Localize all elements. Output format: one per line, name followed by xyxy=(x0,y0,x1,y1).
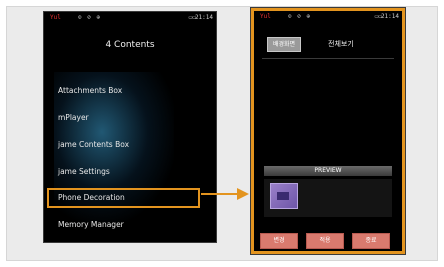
menu-item-memory-manager[interactable]: Memory Manager xyxy=(58,220,124,229)
connector-line xyxy=(201,193,241,195)
preview-bar: PREVIEW xyxy=(264,166,392,176)
menu-item-mplayer[interactable]: mPlayer xyxy=(58,113,89,122)
menu-item-jame-settings[interactable]: jame Settings xyxy=(58,167,110,176)
divider xyxy=(262,58,394,59)
status-time: 21:14 xyxy=(380,13,399,20)
status-bar: Yul ⊙ ⊘ ⊕ ▭▭ 21:14 xyxy=(44,12,216,22)
arrow-right-icon xyxy=(237,188,249,200)
signal-icon: Yul xyxy=(260,13,271,20)
tab-wallpaper[interactable]: 배경화면 xyxy=(267,37,301,52)
menu-item-attachments-box[interactable]: Attachments Box xyxy=(58,86,122,95)
phone-screen-contents: Yul ⊙ ⊘ ⊕ ▭▭ 21:14 4 Contents Attachment… xyxy=(44,12,216,242)
status-icons: ⊙ ⊘ ⊕ xyxy=(288,13,312,20)
tab-view-all[interactable]: 전체보기 xyxy=(328,39,354,49)
selection-highlight xyxy=(47,188,200,208)
change-button[interactable]: 변경 xyxy=(260,233,298,249)
preview-area xyxy=(264,179,392,217)
menu-item-jame-contents-box[interactable]: jame Contents Box xyxy=(58,140,129,149)
apply-button[interactable]: 적용 xyxy=(306,233,344,249)
wallpaper-thumbnail[interactable] xyxy=(270,183,298,209)
signal-icon: Yul xyxy=(50,14,61,21)
status-icons: ⊙ ⊘ ⊕ xyxy=(78,14,102,21)
status-time: 21:14 xyxy=(194,14,213,21)
phone-screen-decoration: Yul ⊙ ⊘ ⊕ ▭▭ 21:14 배경화면 전체보기 PREVIEW 변경 … xyxy=(251,8,405,254)
exit-button[interactable]: 종료 xyxy=(352,233,390,249)
image-icon xyxy=(277,192,289,200)
status-bar: Yul ⊙ ⊘ ⊕ ▭▭ 21:14 xyxy=(254,11,402,21)
screen-title: 4 Contents xyxy=(105,40,155,50)
